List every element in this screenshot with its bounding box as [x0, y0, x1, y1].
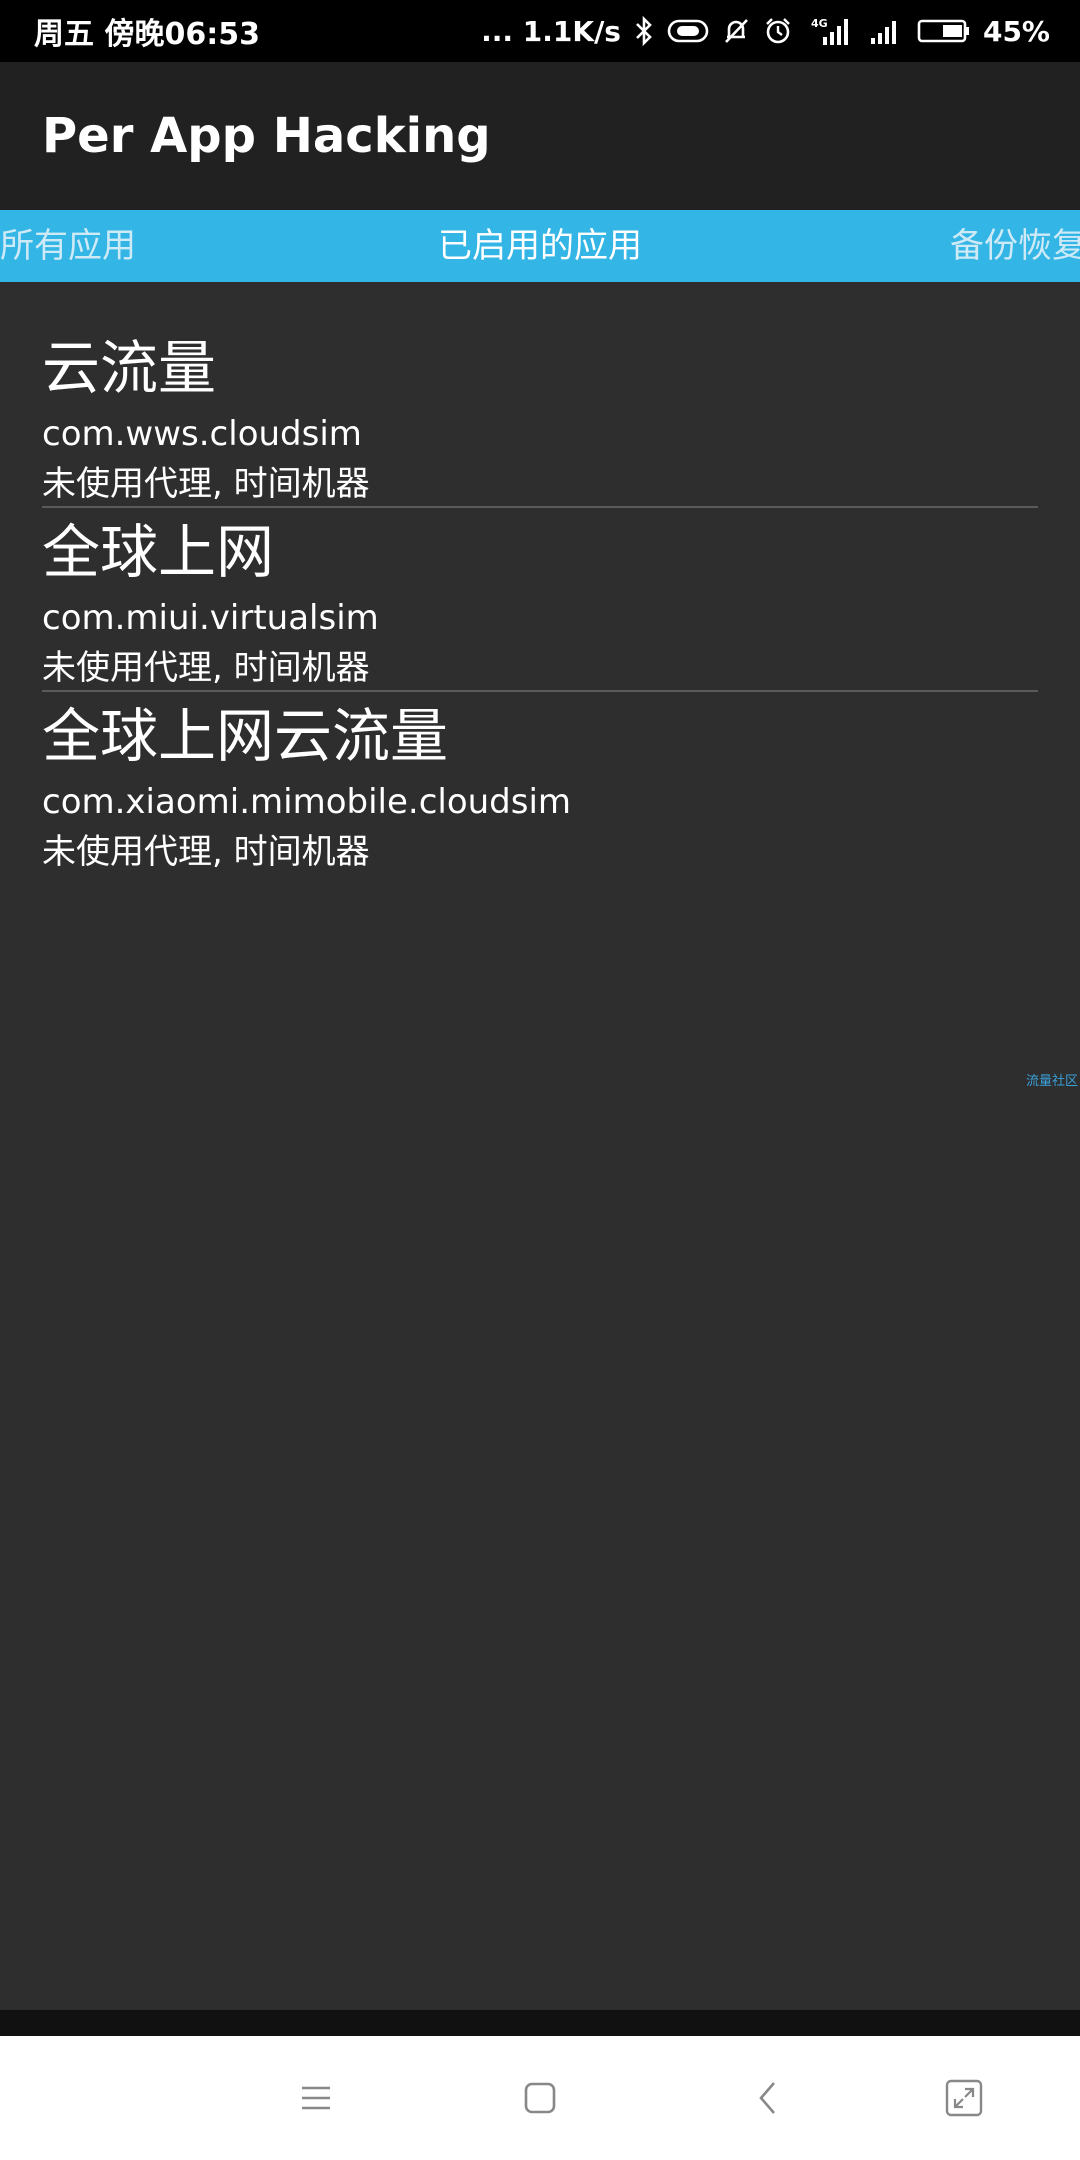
status-bar: 周五 傍晚06:53 ... 1.1K/s 4G 45%: [0, 0, 1080, 62]
alarm-icon: [763, 14, 793, 48]
home-icon[interactable]: [508, 2066, 572, 2130]
battery-percent: 45%: [982, 14, 1050, 48]
app-name: 云流量: [42, 334, 217, 402]
network-speed: ... 1.1K/s: [481, 14, 621, 48]
tab-enabled-apps[interactable]: 已启用的应用: [0, 210, 1080, 282]
status-icons: ... 1.1K/s 4G 45%: [481, 14, 1050, 48]
navigation-bar: [0, 2036, 1080, 2160]
silent-icon: [721, 14, 751, 48]
hd-voice-icon: [667, 14, 709, 48]
status-time: 周五 傍晚06:53: [34, 17, 260, 52]
expand-icon[interactable]: [932, 2066, 996, 2130]
signal-4g-icon: 4G: [805, 14, 855, 48]
app-status: 未使用代理, 时间机器: [42, 464, 370, 504]
tab-backup-restore[interactable]: 备份恢复: [950, 210, 1080, 282]
app-package: com.xiaomi.mimobile.cloudsim: [42, 782, 572, 822]
app-status: 未使用代理, 时间机器: [42, 648, 370, 688]
list-item[interactable]: 云流量 com.wws.cloudsim 未使用代理, 时间机器: [42, 332, 1038, 508]
bottom-divider: [0, 2010, 1080, 2036]
app-status: 未使用代理, 时间机器: [42, 832, 370, 872]
signal-icon: [867, 14, 905, 48]
app-name: 全球上网云流量: [42, 702, 449, 770]
back-icon[interactable]: [736, 2066, 800, 2130]
menu-icon[interactable]: [284, 2066, 348, 2130]
tab-strip: 已启用的应用 所有应用 备份恢复: [0, 210, 1080, 282]
app-title: Per App Hacking: [42, 108, 491, 164]
app-bar: Per App Hacking: [0, 62, 1080, 210]
tab-all-apps[interactable]: 所有应用: [0, 210, 136, 282]
app-name: 全球上网: [42, 518, 275, 586]
network-type-label: 4G: [811, 17, 828, 30]
list-item[interactable]: 全球上网 com.miui.virtualsim 未使用代理, 时间机器: [42, 516, 1038, 692]
app-package: com.miui.virtualsim: [42, 598, 379, 638]
watermark: 流量社区: [1025, 1074, 1078, 1089]
app-package: com.wws.cloudsim: [42, 414, 362, 454]
battery-icon: [917, 14, 971, 48]
enabled-app-list: 云流量 com.wws.cloudsim 未使用代理, 时间机器 全球上网 co…: [0, 282, 1080, 2010]
bluetooth-icon: [633, 14, 655, 48]
list-item[interactable]: 全球上网云流量 com.xiaomi.mimobile.cloudsim 未使用…: [42, 700, 1038, 876]
